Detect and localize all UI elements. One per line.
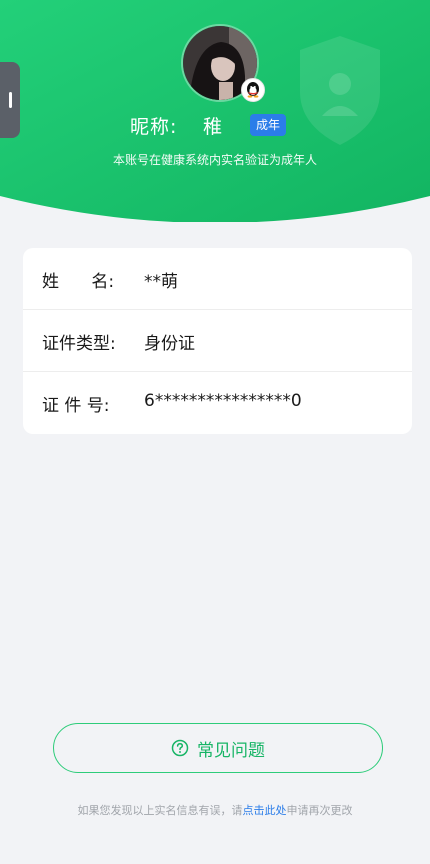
name-label: 姓 名: — [42, 272, 115, 292]
info-row-name: 姓 名: **萌 — [23, 248, 412, 310]
verification-subtitle: 本账号在健康系统内实名验证为成年人 — [112, 153, 317, 167]
age-status-badge: 成年 — [250, 114, 287, 136]
name-value: **萌 — [144, 272, 178, 292]
page: 昵称: 稚 成年 本账号在健康系统内实名验证为成年人 姓 名: **萌 证件类型… — [0, 0, 430, 864]
id-type-label: 证件类型: — [42, 334, 116, 354]
side-drawer-handle[interactable] — [0, 62, 20, 138]
faq-button[interactable]: 常见问题 — [53, 723, 383, 773]
footer-note-prefix: 如果您发现以上实名信息有误，请 — [77, 804, 243, 817]
footer-note: 如果您发现以上实名信息有误，请点击此处申请再次更改 — [0, 802, 430, 818]
id-number-value: 6****************0 — [144, 391, 302, 411]
qq-penguin-icon — [241, 78, 265, 102]
faq-button-label: 常见问题 — [197, 740, 265, 761]
id-number-label: 证 件 号: — [42, 396, 110, 416]
info-row-id-number: 证 件 号: 6****************0 — [23, 372, 412, 434]
nickname-row: 昵称: 稚 成年 — [0, 110, 430, 140]
nickname-label: 昵称: — [130, 116, 178, 138]
nickname-value: 稚 — [203, 116, 223, 138]
correction-link[interactable]: 点击此处 — [243, 804, 287, 817]
id-type-value: 身份证 — [144, 334, 195, 354]
real-name-info-card: 姓 名: **萌 证件类型: 身份证 证 件 号: 6*************… — [23, 248, 412, 434]
header-banner: 昵称: 稚 成年 本账号在健康系统内实名验证为成年人 — [0, 0, 430, 222]
handle-grip-icon — [9, 92, 12, 108]
question-circle-icon — [171, 739, 189, 757]
info-row-id-type: 证件类型: 身份证 — [23, 310, 412, 372]
footer-note-suffix: 申请再次更改 — [286, 804, 353, 817]
